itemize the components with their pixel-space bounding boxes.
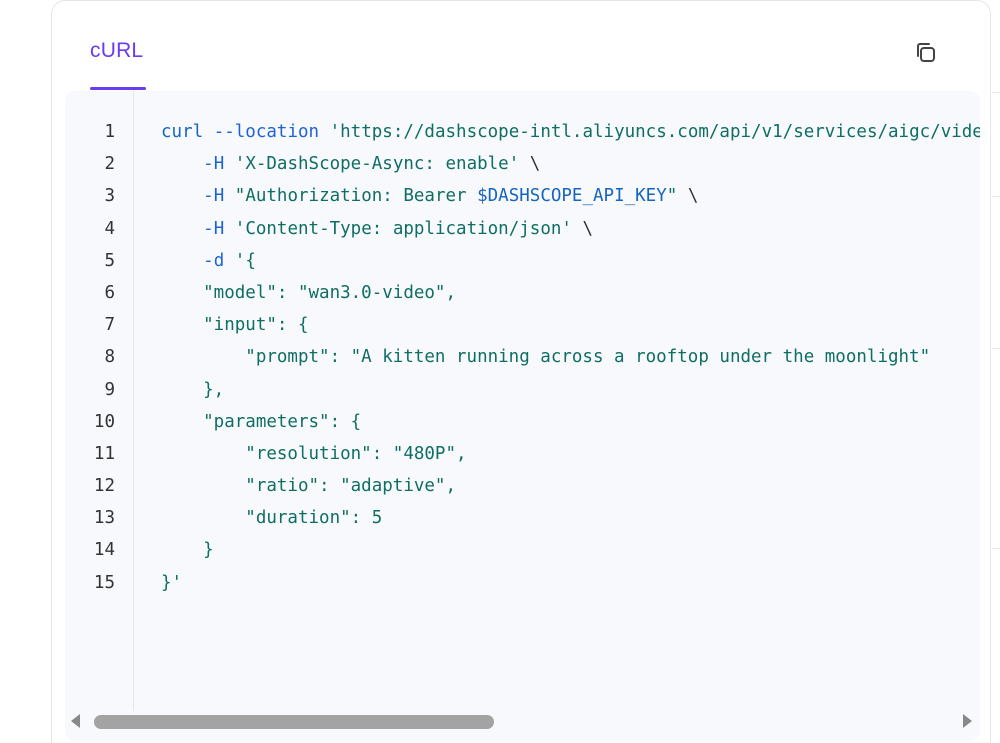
code-text: "resolution": "480P", bbox=[115, 438, 467, 470]
code-line: 7 "input": { bbox=[65, 309, 980, 341]
code-token: "prompt": "A kitten running across a roo… bbox=[161, 347, 931, 368]
code-line: 4 -H 'Content-Type: application/json' \ bbox=[65, 213, 980, 245]
code-line: 2 -H 'X-DashScope-Async: enable' \ bbox=[65, 148, 980, 180]
divider bbox=[992, 348, 1000, 349]
code-token: "resolution": "480P", bbox=[161, 443, 467, 464]
line-number: 1 bbox=[104, 122, 115, 142]
scrollbar-thumb[interactable] bbox=[94, 715, 494, 729]
line-number: 6 bbox=[104, 282, 115, 303]
line-number: 13 bbox=[93, 508, 115, 529]
code-token: \ bbox=[571, 218, 594, 239]
code-line: 11 "resolution": "480P", bbox=[65, 438, 980, 470]
adjacent-panel-edge bbox=[992, 0, 1000, 743]
code-token: 'Content-Type: application/json' bbox=[234, 218, 572, 239]
code-line: 3 -H "Authorization: Bearer $DASHSCOPE_A… bbox=[65, 180, 980, 212]
line-number: 10 bbox=[93, 411, 115, 432]
code-example-card: cURL 1 curl --location 'https://dashscope… bbox=[51, 0, 991, 743]
divider bbox=[992, 196, 1000, 197]
code-text: "duration": 5 bbox=[115, 502, 382, 534]
code-token: '{ bbox=[234, 250, 256, 271]
code-text: }' bbox=[115, 567, 182, 599]
code-text: "prompt": "A kitten running across a roo… bbox=[115, 341, 930, 373]
code-line: 15 }' bbox=[65, 567, 980, 599]
line-number: 12 bbox=[93, 476, 115, 497]
code-token: "Authorization: Bearer bbox=[234, 186, 478, 207]
copy-icon bbox=[917, 43, 935, 62]
divider bbox=[992, 92, 1000, 93]
code-token: -H bbox=[203, 154, 225, 175]
active-tab-indicator bbox=[90, 87, 146, 90]
code-text: } bbox=[115, 534, 214, 566]
code-text: "parameters": { bbox=[115, 406, 361, 438]
line-number: 3 bbox=[104, 186, 115, 207]
chevron-right-icon[interactable] bbox=[963, 714, 972, 728]
line-number: 4 bbox=[104, 218, 115, 239]
code-token: \ bbox=[677, 186, 699, 207]
code-token: 'https://dashscope-intl.aliyuncs.com/api… bbox=[329, 122, 980, 142]
line-number: 15 bbox=[93, 572, 115, 593]
code-text: curl --location 'https://dashscope-intl.… bbox=[115, 116, 980, 148]
code-line: 1 curl --location 'https://dashscope-intl… bbox=[65, 116, 980, 148]
code-line: 14 } bbox=[65, 534, 980, 566]
line-number: 9 bbox=[104, 379, 115, 400]
code-line: 5 -d '{ bbox=[65, 245, 980, 277]
code-token: \ bbox=[519, 154, 541, 175]
code-token: } bbox=[161, 540, 214, 561]
chevron-left-icon[interactable] bbox=[71, 714, 80, 728]
code-token: $DASHSCOPE_API_KEY bbox=[477, 186, 667, 207]
code-token: -H bbox=[203, 186, 225, 207]
code-line: 12 "ratio": "adaptive", bbox=[65, 470, 980, 502]
code-token: -H bbox=[203, 218, 225, 239]
code-text: "input": { bbox=[115, 309, 309, 341]
code-text: "ratio": "adaptive", bbox=[115, 470, 456, 502]
code-token: 'X-DashScope-Async: enable' bbox=[234, 154, 520, 175]
code-text: -H 'X-DashScope-Async: enable' \ bbox=[115, 148, 540, 180]
code-token: curl bbox=[161, 122, 204, 142]
page: cURL 1 curl --location 'https://dashscope… bbox=[0, 0, 1000, 743]
code-line: 9 }, bbox=[65, 374, 980, 406]
code-token: "ratio": "adaptive", bbox=[161, 476, 457, 497]
code-token: "duration": 5 bbox=[161, 508, 383, 529]
code-line: 6 "model": "wan3.0-video", bbox=[65, 277, 980, 309]
code-token: -d bbox=[203, 250, 225, 271]
code-text: }, bbox=[115, 374, 224, 406]
copy-button[interactable] bbox=[912, 39, 940, 67]
code-lines: 1 curl --location 'https://dashscope-intl… bbox=[65, 116, 980, 599]
divider bbox=[992, 548, 1000, 549]
code-line: 13 "duration": 5 bbox=[65, 502, 980, 534]
code-token: "parameters": { bbox=[161, 411, 362, 432]
code-line: 10 "parameters": { bbox=[65, 406, 980, 438]
code-line: 8 "prompt": "A kitten running across a r… bbox=[65, 341, 980, 373]
code-text: -H "Authorization: Bearer $DASHSCOPE_API… bbox=[115, 180, 698, 212]
code-text: -H 'Content-Type: application/json' \ bbox=[115, 213, 593, 245]
line-number: 5 bbox=[104, 250, 115, 271]
line-number: 7 bbox=[104, 315, 115, 336]
code-token: "model": "wan3.0-video", bbox=[161, 282, 457, 303]
code-token: "input": { bbox=[161, 315, 309, 336]
code-token: " bbox=[666, 186, 678, 207]
code-block[interactable]: 1 curl --location 'https://dashscope-intl… bbox=[65, 91, 980, 741]
horizontal-scrollbar[interactable] bbox=[65, 707, 980, 737]
line-number: 11 bbox=[93, 443, 115, 464]
tab-curl[interactable]: cURL bbox=[90, 39, 143, 63]
line-number: 14 bbox=[93, 540, 115, 561]
code-token: --location bbox=[213, 122, 320, 142]
code-text: "model": "wan3.0-video", bbox=[115, 277, 456, 309]
code-token: }' bbox=[161, 572, 183, 593]
line-number: 2 bbox=[104, 154, 115, 175]
code-token: }, bbox=[161, 379, 225, 400]
line-number: 8 bbox=[104, 347, 115, 368]
code-text: -d '{ bbox=[115, 245, 256, 277]
